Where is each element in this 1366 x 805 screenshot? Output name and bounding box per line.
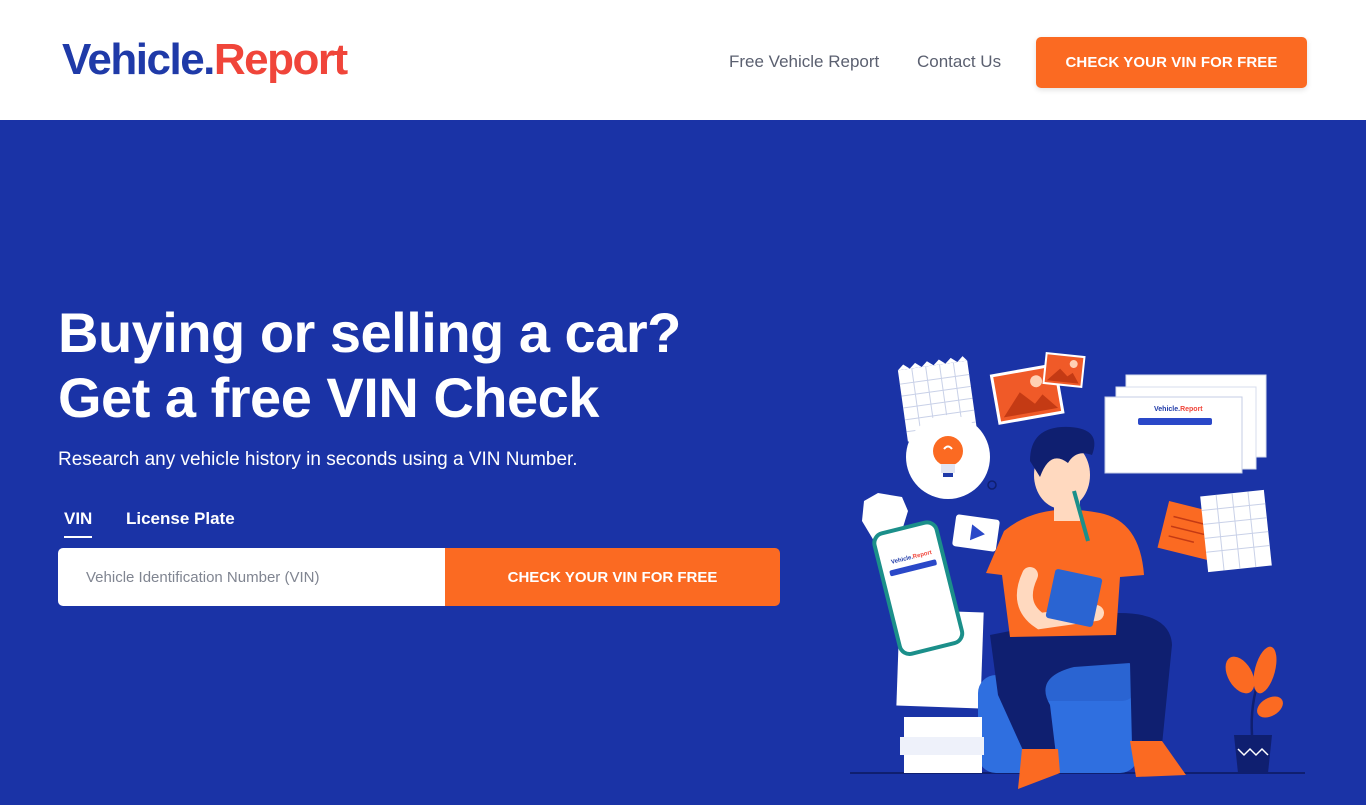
tab-vin[interactable]: VIN <box>64 508 93 538</box>
vin-search-button[interactable]: CHECK YOUR VIN FOR FREE <box>445 548 780 606</box>
tab-license-plate[interactable]: License Plate <box>126 508 235 530</box>
logo-part-vehicle: Vehicle. <box>62 35 215 84</box>
hero-headline-line-1: Buying or selling a car? <box>58 301 681 364</box>
logo[interactable]: Vehicle.Report <box>62 30 348 90</box>
book-stack <box>900 717 984 773</box>
report-documents: Vehicle.Report <box>1104 374 1267 474</box>
nav-link-free-vehicle-report[interactable]: Free Vehicle Report <box>729 50 879 74</box>
hero-subtext: Research any vehicle history in seconds … <box>58 449 578 470</box>
image-icon <box>989 351 1086 425</box>
logo-part-report: Report <box>213 35 348 84</box>
hero-illustration: Vehicle.Report Vehicle.Report <box>850 351 1305 789</box>
site-header: Vehicle.Report Free Vehicle Report Conta… <box>0 0 1366 120</box>
hero-headline: Buying or selling a car? Get a free VIN … <box>58 300 798 430</box>
hero-section: Buying or selling a car? Get a free VIN … <box>0 120 1366 789</box>
header-check-vin-button[interactable]: CHECK YOUR VIN FOR FREE <box>1036 37 1307 88</box>
lightbulb-icon <box>906 415 990 499</box>
grid-note-right <box>1200 489 1272 573</box>
play-icon <box>952 514 1000 552</box>
doc-logo: Vehicle.Report <box>1154 406 1203 413</box>
plant-icon <box>1225 646 1283 773</box>
vin-search-input[interactable] <box>58 548 445 606</box>
nav-link-contact-us[interactable]: Contact Us <box>917 50 1001 74</box>
hero-headline-line-2: Get a free VIN Check <box>58 366 599 429</box>
